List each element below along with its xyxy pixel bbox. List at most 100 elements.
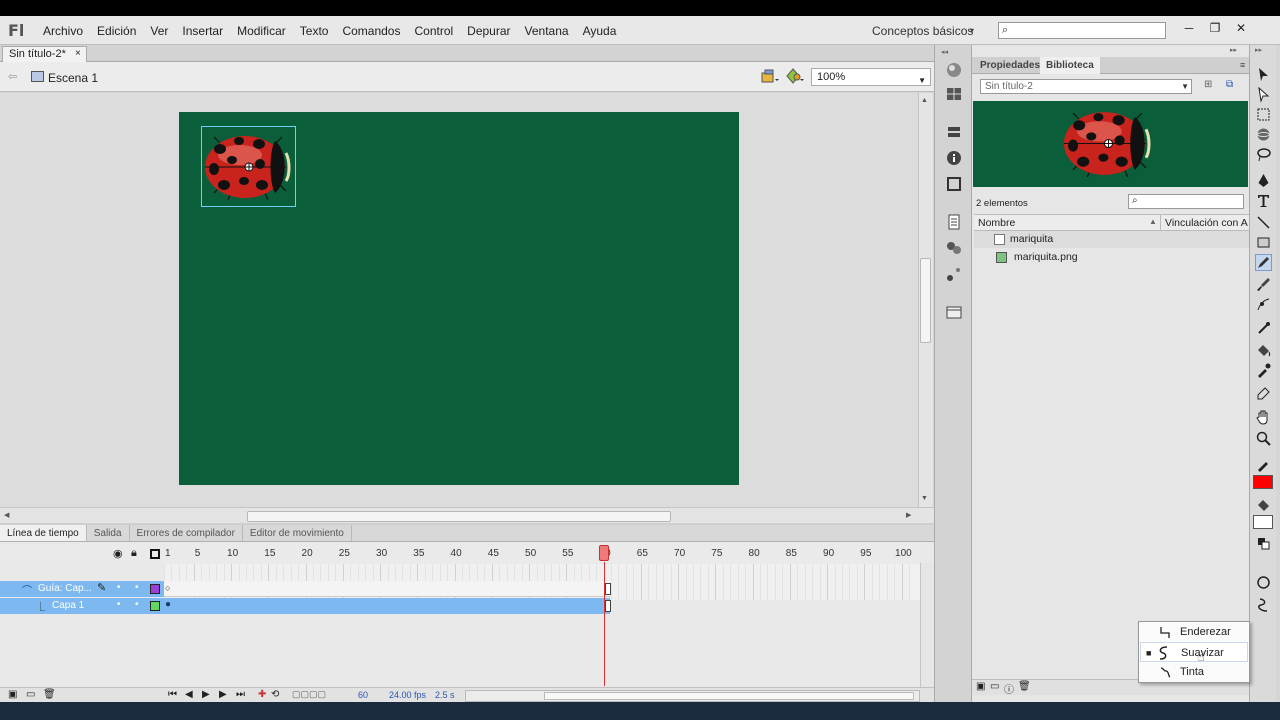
scene-label[interactable]: Escena 1 xyxy=(48,71,98,85)
fill-color-icon[interactable] xyxy=(1255,497,1272,514)
outline-color-swatch[interactable] xyxy=(150,601,160,611)
menu-ventana[interactable]: Ventana xyxy=(525,24,569,38)
library-search-input[interactable]: ⌕ xyxy=(1128,194,1244,209)
eyedropper-tool-icon[interactable] xyxy=(1255,362,1272,379)
menu-insertar[interactable]: Insertar xyxy=(182,24,223,38)
tab-library[interactable]: Biblioteca xyxy=(1040,57,1100,74)
subselection-tool-icon[interactable] xyxy=(1255,86,1272,103)
lock-icon[interactable]: 🔒︎ xyxy=(131,547,137,560)
tab-output[interactable]: Salida xyxy=(87,525,130,541)
text-tool-icon[interactable] xyxy=(1255,192,1272,209)
end-frame-marker[interactable] xyxy=(605,583,611,595)
guide-layer-frames[interactable]: ○ xyxy=(164,581,610,597)
properties-icon[interactable]: ⓘ xyxy=(1004,681,1014,696)
selection-tool-icon[interactable] xyxy=(1255,66,1272,83)
transform-icon[interactable] xyxy=(944,175,964,193)
info-icon[interactable] xyxy=(944,149,964,167)
outline-color-swatch[interactable] xyxy=(150,584,160,594)
chevron-down-icon[interactable]: ▾ xyxy=(970,26,974,35)
pin-icon[interactable]: ⊞ xyxy=(1204,79,1212,90)
back-arrow-icon[interactable]: ⇦ xyxy=(8,70,17,83)
line-tool-icon[interactable] xyxy=(1255,214,1272,231)
components-icon[interactable] xyxy=(944,239,964,257)
deco-tool-icon[interactable] xyxy=(1255,296,1272,313)
scroll-right-icon[interactable]: ▶ xyxy=(906,511,911,519)
free-transform-tool-icon[interactable] xyxy=(1255,106,1272,123)
movie-explorer-icon[interactable] xyxy=(944,303,964,321)
expand-arrows-icon[interactable]: ▸▸ xyxy=(1230,46,1237,54)
minimize-button[interactable]: ─ xyxy=(1176,18,1202,38)
menu-control[interactable]: Control xyxy=(414,24,453,38)
stage-area[interactable] xyxy=(0,93,918,507)
tab-compiler-errors[interactable]: Errores de compilador xyxy=(130,525,243,541)
pencil-tool-icon[interactable] xyxy=(1255,254,1272,271)
code-snippets-icon[interactable] xyxy=(944,213,964,231)
scroll-left-icon[interactable]: ◀ xyxy=(4,511,9,519)
document-tab[interactable]: Sin título-2* × xyxy=(2,46,87,62)
layer-capa-1[interactable]: ⎿ Capa 1 • • xyxy=(0,598,164,614)
layer-guide[interactable]: ⌒ Guía: Cap... ✎ • • xyxy=(0,581,164,597)
hand-tool-icon[interactable] xyxy=(1255,408,1272,425)
lock-dot[interactable]: • xyxy=(135,599,139,610)
go-last-frame-icon[interactable]: ⏭ xyxy=(236,689,245,700)
default-colors-icon[interactable] xyxy=(1255,535,1272,552)
column-linkage[interactable]: Vinculación con A xyxy=(1165,217,1248,229)
stage-vertical-scrollbar[interactable]: ▲ ▼ xyxy=(918,93,933,507)
timeline-vertical-scrollbar[interactable] xyxy=(920,563,934,687)
menu-item-tinta[interactable]: Tinta xyxy=(1140,662,1248,682)
outline-icon[interactable] xyxy=(150,549,160,559)
rectangle-tool-icon[interactable] xyxy=(1255,234,1272,251)
keyframe[interactable]: ● xyxy=(165,599,171,610)
workspace-switcher[interactable]: Conceptos básicos xyxy=(872,24,973,38)
pencil-mode-icon[interactable] xyxy=(1255,596,1272,613)
menu-comandos[interactable]: Comandos xyxy=(342,24,400,38)
fill-color-swatch[interactable] xyxy=(1253,515,1273,529)
new-folder-icon[interactable]: ▭ xyxy=(26,689,35,700)
menu-ver[interactable]: Ver xyxy=(150,24,168,38)
motion-presets-icon[interactable] xyxy=(944,265,964,283)
center-frame-icon[interactable]: ✚ xyxy=(258,689,266,700)
collapse-arrows-icon[interactable]: ▸▸ xyxy=(1255,46,1262,54)
menu-edicion[interactable]: Edición xyxy=(97,24,136,38)
capa-1-frames[interactable]: ● xyxy=(164,598,610,614)
help-search-input[interactable]: ⌕ xyxy=(998,22,1166,39)
step-back-icon[interactable]: ◀ xyxy=(185,689,193,700)
scroll-up-icon[interactable]: ▲ xyxy=(921,97,928,104)
step-forward-icon[interactable]: ▶ xyxy=(219,689,227,700)
restore-button[interactable]: ❐ xyxy=(1202,18,1228,38)
bone-tool-icon[interactable] xyxy=(1255,320,1272,337)
visibility-dot[interactable]: • xyxy=(117,599,121,610)
menu-texto[interactable]: Texto xyxy=(300,24,329,38)
current-frame[interactable]: 60 xyxy=(358,690,368,700)
collapse-arrows-icon[interactable]: ◂◂ xyxy=(941,48,948,56)
eraser-tool-icon[interactable] xyxy=(1255,384,1272,401)
zoom-select[interactable]: 100% ▼ xyxy=(811,68,931,86)
library-document-select[interactable]: Sin título-2 ▼ xyxy=(980,79,1192,94)
tab-timeline[interactable]: Línea de tiempo xyxy=(0,525,87,541)
column-name[interactable]: Nombre xyxy=(978,217,1015,229)
visibility-dot[interactable]: • xyxy=(117,582,121,593)
trash-icon[interactable]: 🗑︎ xyxy=(43,689,56,700)
stroke-color-swatch[interactable] xyxy=(1253,475,1273,489)
horizontal-scroll-thumb[interactable] xyxy=(247,511,671,522)
scroll-down-icon[interactable]: ▼ xyxy=(921,495,928,502)
paint-bucket-tool-icon[interactable] xyxy=(1255,342,1272,359)
new-folder-icon[interactable]: ▭ xyxy=(990,681,999,692)
edit-scene-icon[interactable] xyxy=(761,68,779,84)
playhead[interactable] xyxy=(598,545,609,561)
menu-archivo[interactable]: Archivo xyxy=(43,24,83,38)
menu-ayuda[interactable]: Ayuda xyxy=(583,24,617,38)
end-frame-marker[interactable] xyxy=(605,600,611,612)
edit-symbol-icon[interactable] xyxy=(786,68,804,84)
menu-item-enderezar[interactable]: Enderezar xyxy=(1140,622,1248,642)
stage-horizontal-scrollbar[interactable]: ◀ ▶ xyxy=(0,507,934,523)
tab-properties[interactable]: Propiedades xyxy=(974,57,1046,74)
lasso-tool-icon[interactable] xyxy=(1255,146,1272,163)
lock-dot[interactable]: • xyxy=(135,582,139,593)
close-icon[interactable]: × xyxy=(75,47,81,61)
timeline-scroll-thumb[interactable] xyxy=(544,692,914,700)
brush-tool-icon[interactable] xyxy=(1255,276,1272,293)
library-item-mariquita-png[interactable]: mariquita.png xyxy=(974,249,1249,266)
close-button[interactable]: ✕ xyxy=(1228,18,1254,38)
library-item-mariquita[interactable]: mariquita xyxy=(974,231,1249,248)
